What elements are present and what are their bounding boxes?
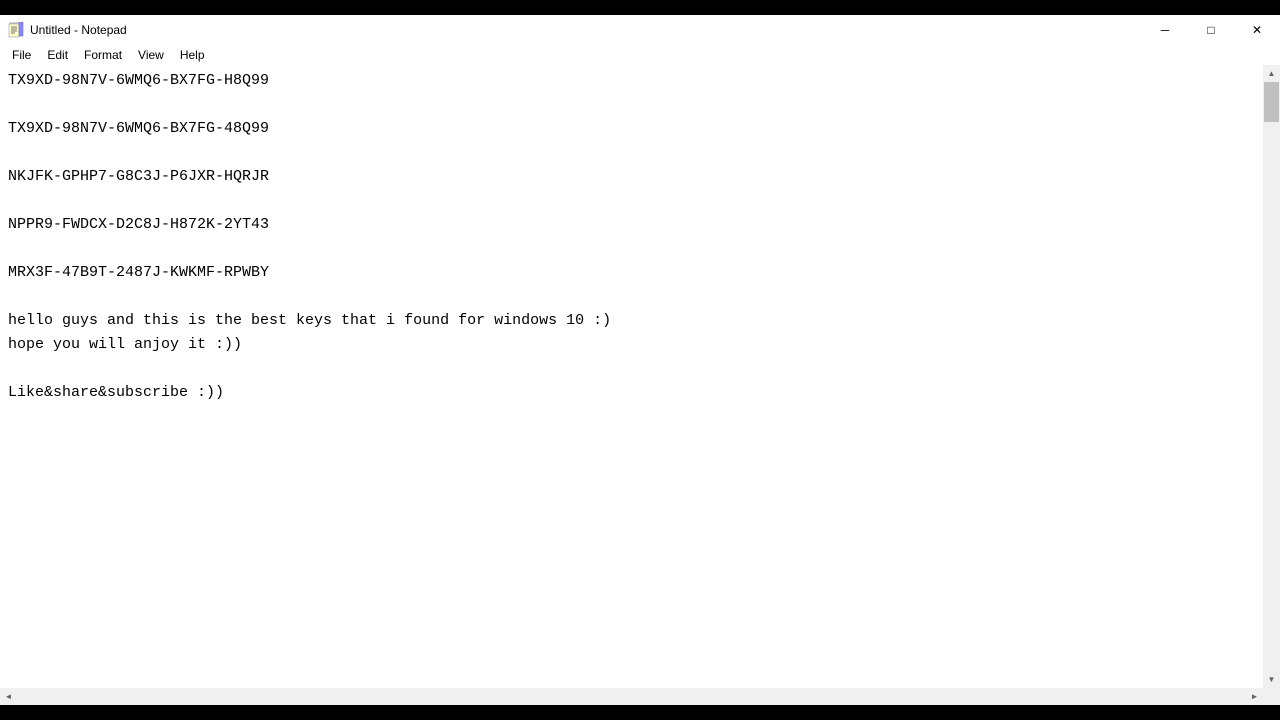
window-title: Untitled - Notepad (30, 23, 127, 37)
scroll-right-arrow[interactable]: ► (1246, 688, 1263, 705)
bottom-letterbox (0, 705, 1280, 720)
menu-edit[interactable]: Edit (39, 46, 76, 64)
close-button[interactable]: ✕ (1234, 15, 1280, 45)
scroll-track[interactable] (1263, 82, 1280, 671)
top-letterbox (0, 0, 1280, 15)
scroll-h-track[interactable] (17, 688, 1246, 705)
minimize-button[interactable]: ─ (1142, 15, 1188, 45)
notepad-icon (8, 22, 24, 38)
menu-view[interactable]: View (130, 46, 172, 64)
title-bar: Untitled - Notepad ─ □ ✕ (0, 15, 1280, 45)
menu-bar: File Edit Format View Help (0, 45, 1280, 65)
text-editor[interactable]: TX9XD-98N7V-6WMQ6-BX7FG-H8Q99 TX9XD-98N7… (0, 65, 1263, 688)
content-area: TX9XD-98N7V-6WMQ6-BX7FG-H8Q99 TX9XD-98N7… (0, 65, 1280, 688)
horizontal-scrollbar-container: ◄ ► (0, 688, 1280, 705)
menu-file[interactable]: File (4, 46, 39, 64)
title-bar-left: Untitled - Notepad (8, 22, 127, 38)
vertical-scrollbar[interactable]: ▲ ▼ (1263, 65, 1280, 688)
scroll-thumb[interactable] (1264, 82, 1279, 122)
scroll-down-arrow[interactable]: ▼ (1263, 671, 1280, 688)
notepad-window: Untitled - Notepad ─ □ ✕ File Edit Forma… (0, 0, 1280, 720)
scrollbar-corner (1263, 688, 1280, 705)
maximize-button[interactable]: □ (1188, 15, 1234, 45)
title-bar-controls: ─ □ ✕ (1142, 15, 1280, 45)
scroll-up-arrow[interactable]: ▲ (1263, 65, 1280, 82)
scroll-left-arrow[interactable]: ◄ (0, 688, 17, 705)
menu-help[interactable]: Help (172, 46, 213, 64)
menu-format[interactable]: Format (76, 46, 130, 64)
